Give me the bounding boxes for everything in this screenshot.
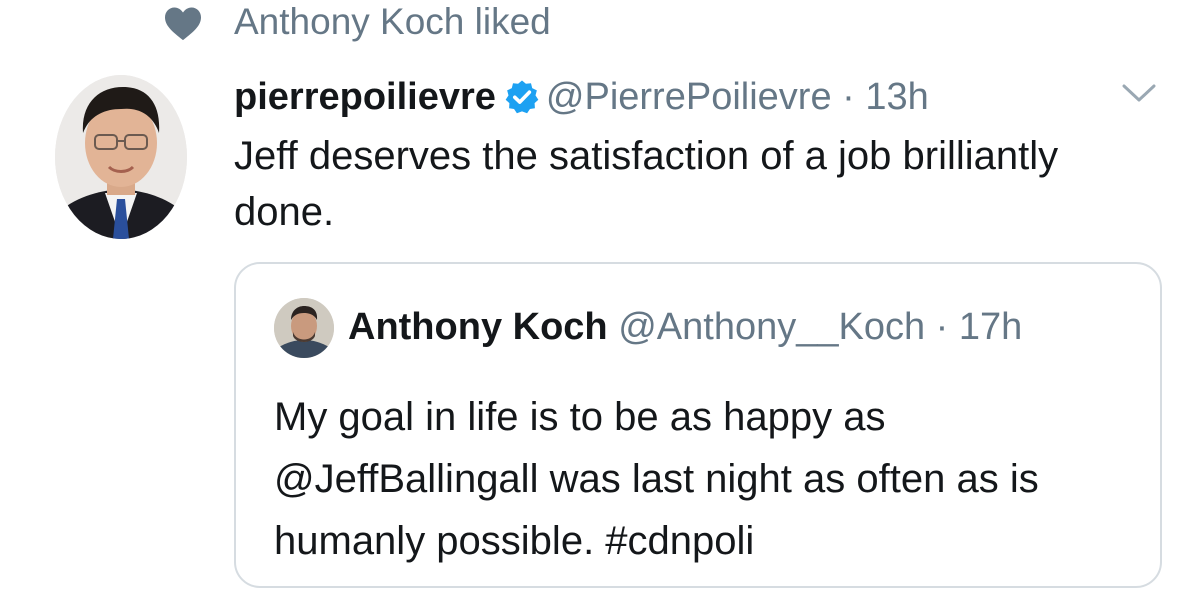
quoted-tweet[interactable]: Anthony Koch @Anthony__Koch · 17h My goa… [234, 262, 1162, 588]
avatar-image [55, 75, 187, 239]
author-display-name[interactable]: pierrepoilievre [234, 76, 496, 118]
quoted-tweet-text: My goal in life is to be as happy as @Je… [274, 395, 1039, 563]
social-context-row: Anthony Koch liked [0, 0, 1200, 50]
quoted-avatar-image [274, 298, 334, 358]
tweet-text: Jeff deserves the satisfaction of a job … [234, 134, 1059, 234]
quoted-author-display-name[interactable]: Anthony Koch [348, 306, 608, 348]
verified-badge-icon [505, 80, 539, 114]
liked-tweet-card: Anthony Koch liked pierrepoilievre @Pier… [0, 0, 1200, 597]
social-context-text[interactable]: Anthony Koch liked [234, 0, 551, 44]
quoted-tweet-header: Anthony Koch @Anthony__Koch · 17h [348, 302, 1022, 352]
author-handle[interactable]: @PierrePoilievre [546, 76, 832, 118]
tweet-header: pierrepoilievre @PierrePoilievre · 13h [234, 72, 929, 122]
quoted-author-handle[interactable]: @Anthony__Koch [618, 306, 925, 348]
quoted-tweet-timestamp[interactable]: 17h [959, 306, 1022, 348]
tweet-timestamp[interactable]: 13h [865, 76, 928, 118]
heart-icon [165, 7, 201, 41]
separator-dot: · [842, 76, 855, 118]
quoted-separator-dot: · [935, 306, 949, 348]
quoted-tweet-avatar[interactable] [274, 298, 334, 358]
avatar[interactable] [55, 75, 187, 239]
chevron-down-icon[interactable] [1118, 78, 1160, 108]
